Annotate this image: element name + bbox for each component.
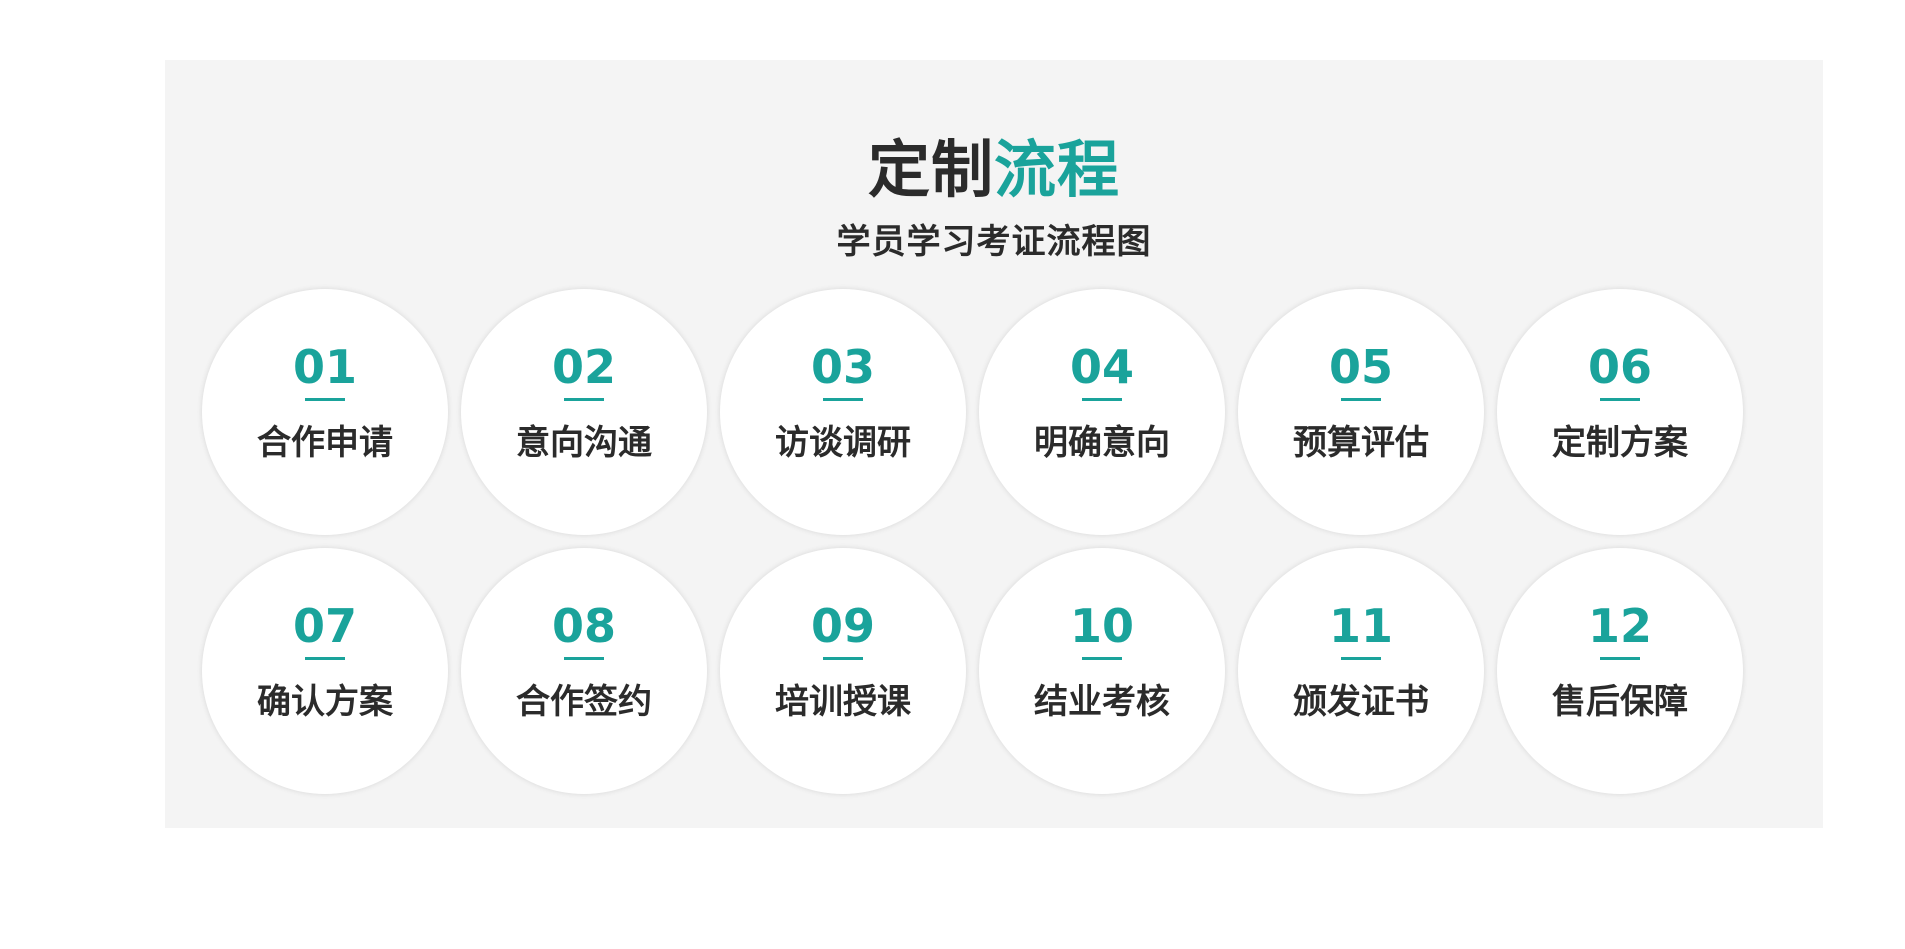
step-underline [564,657,604,660]
step-underline [1600,657,1640,660]
step-circle-08: 08 合作签约 [461,548,707,794]
step-underline [1341,657,1381,660]
step-underline [1082,398,1122,401]
step-circle-09: 09 培训授课 [720,548,966,794]
step-underline [305,657,345,660]
page-title: 定制流程 [165,130,1823,210]
page-subtitle: 学员学习考证流程图 [836,222,1152,262]
step-number: 06 [1587,340,1652,394]
step-circle-02: 02 意向沟通 [461,289,707,535]
step-label: 售后保障 [1552,682,1688,722]
step-label: 培训授课 [775,682,911,722]
step-number: 04 [1069,340,1134,394]
step-label: 预算评估 [1293,423,1429,463]
step-label: 确认方案 [257,682,393,722]
step-number: 01 [292,340,357,394]
step-number: 12 [1587,599,1652,653]
step-label: 合作申请 [257,423,393,463]
step-circle-01: 01 合作申请 [202,289,448,535]
step-number: 11 [1328,599,1393,653]
step-underline [1341,398,1381,401]
step-number: 02 [551,340,616,394]
step-circle-11: 11 颁发证书 [1238,548,1484,794]
step-circle-12: 12 售后保障 [1497,548,1743,794]
step-circle-10: 10 结业考核 [979,548,1225,794]
step-number: 03 [810,340,875,394]
step-label: 定制方案 [1552,423,1688,463]
step-circle-07: 07 确认方案 [202,548,448,794]
title-dark-part: 定制 [867,133,994,206]
step-number: 10 [1069,599,1134,653]
step-label: 颁发证书 [1293,682,1429,722]
step-label: 访谈调研 [775,423,911,463]
step-underline [823,398,863,401]
step-underline [1082,657,1122,660]
title-accent-part: 流程 [994,133,1121,206]
step-underline [564,398,604,401]
step-underline [1600,398,1640,401]
step-circle-04: 04 明确意向 [979,289,1225,535]
process-steps-grid: 01 合作申请 02 意向沟通 03 访谈调研 04 明确意向 05 预算评估 … [202,289,1743,794]
step-number: 07 [292,599,357,653]
step-circle-06: 06 定制方案 [1497,289,1743,535]
step-label: 意向沟通 [516,423,652,463]
step-label: 结业考核 [1034,682,1170,722]
step-label: 明确意向 [1034,423,1170,463]
step-label: 合作签约 [516,682,652,722]
step-number: 09 [810,599,875,653]
step-number: 08 [551,599,616,653]
step-underline [305,398,345,401]
step-circle-03: 03 访谈调研 [720,289,966,535]
step-number: 05 [1328,340,1393,394]
step-underline [823,657,863,660]
step-circle-05: 05 预算评估 [1238,289,1484,535]
